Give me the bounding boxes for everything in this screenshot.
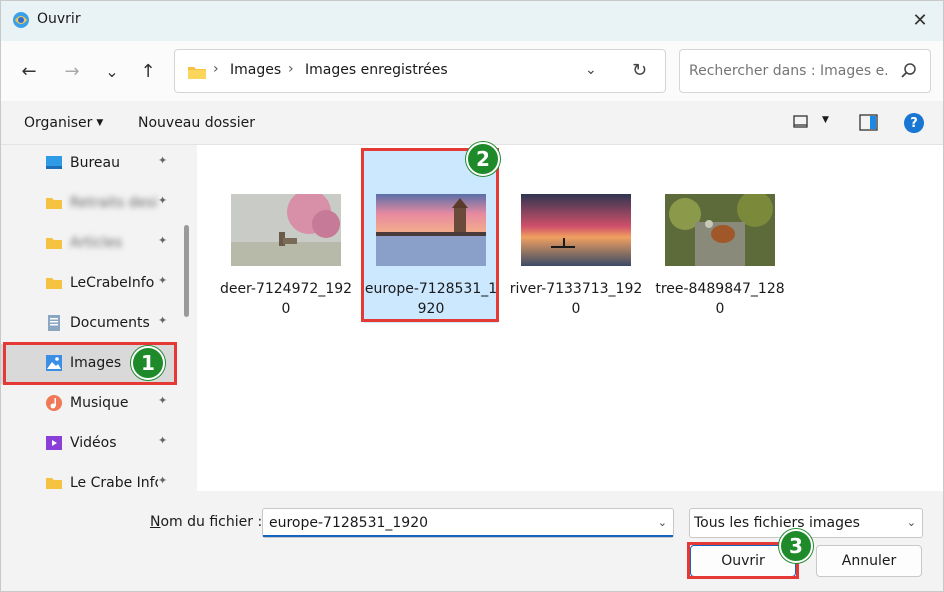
- search-input[interactable]: [689, 61, 889, 81]
- pin-icon: ✦: [158, 474, 168, 487]
- view-mode-icon[interactable]: [793, 115, 809, 129]
- file-name: river-7133713_1920: [509, 281, 643, 317]
- sidebar-item-label: Bureau: [70, 155, 120, 171]
- desktop-icon: [46, 156, 62, 169]
- step-badge-1: 1: [131, 346, 165, 380]
- organize-button[interactable]: Organiser ▼: [24, 115, 103, 131]
- file-item-river[interactable]: river-7133713_1920: [509, 149, 643, 323]
- pin-icon: ✦: [158, 234, 168, 247]
- back-button[interactable]: ←: [17, 59, 41, 83]
- help-icon: ?: [910, 115, 918, 131]
- folder-icon: [46, 238, 62, 249]
- file-list: deer-7124972_1920 europe-7128531_1920 ri…: [197, 145, 943, 491]
- folder-icon: [188, 67, 206, 79]
- open-file-dialog: Ouvrir ✕ ← → ⌄ ↑ › Images › Images enreg…: [0, 0, 944, 592]
- close-button[interactable]: ✕: [905, 5, 935, 35]
- breadcrumb-separator: ›: [213, 61, 219, 77]
- breadcrumb-item-images[interactable]: Images: [230, 62, 281, 78]
- filename-label: Nom du fichier :: [150, 514, 263, 530]
- file-item-tree[interactable]: tree-8489847_1280: [653, 149, 787, 323]
- image-thumbnail: [665, 194, 775, 266]
- arrow-up-icon: ↑: [140, 60, 156, 82]
- breadcrumb-separator: ›: [288, 61, 294, 77]
- sidebar-item-folder-2[interactable]: Articles ✦: [1, 224, 177, 264]
- cancel-label: Annuler: [841, 553, 897, 569]
- command-bar: Organiser ▼ Nouveau dossier ▼ ?: [1, 101, 943, 145]
- navigation-bar: ← → ⌄ ↑ › Images › Images enregistrées ⌄…: [1, 41, 943, 101]
- videos-icon: [46, 436, 62, 450]
- refresh-icon[interactable]: ↻: [632, 60, 647, 81]
- caret-down-icon: ▼: [96, 118, 104, 128]
- pin-icon: ✦: [158, 274, 168, 287]
- folder-icon: [46, 198, 62, 209]
- image-thumbnail: [231, 194, 341, 266]
- view-dropdown-icon[interactable]: ▼: [822, 115, 829, 125]
- up-button[interactable]: ↑: [136, 59, 160, 83]
- music-icon: [46, 395, 62, 411]
- sidebar-item-music[interactable]: Musique ✦: [1, 384, 177, 424]
- sidebar-item-documents[interactable]: Documents ✦: [1, 304, 177, 344]
- sidebar-item-label: Retraits design: [70, 195, 158, 211]
- pin-icon: ✦: [158, 434, 168, 447]
- filetype-value: Tous les fichiers images: [694, 515, 860, 531]
- search-icon[interactable]: [900, 62, 918, 80]
- search-box[interactable]: [679, 49, 931, 93]
- sidebar-item-folder-1[interactable]: Retraits design ✦: [1, 184, 177, 224]
- folder-icon: [46, 278, 62, 289]
- cancel-button[interactable]: Annuler: [816, 545, 922, 577]
- new-folder-label: Nouveau dossier: [138, 115, 256, 131]
- address-dropdown-icon[interactable]: ⌄: [585, 62, 597, 78]
- step-badge-3: 3: [779, 529, 813, 563]
- sidebar-item-label: LeCrabeInfo Images: [70, 275, 158, 291]
- sidebar-scrollbar[interactable]: [184, 225, 189, 317]
- sidebar-item-label: Vidéos: [70, 435, 117, 451]
- file-name: deer-7124972_1920: [219, 281, 353, 317]
- forward-button[interactable]: →: [60, 59, 84, 83]
- sidebar-item-label: Articles: [70, 235, 123, 251]
- chevron-down-icon[interactable]: ⌄: [658, 516, 667, 529]
- help-button[interactable]: ?: [904, 113, 924, 133]
- breadcrumb-item-saved-images[interactable]: Images enregistrées: [305, 62, 448, 78]
- file-explorer-icon: [13, 12, 29, 28]
- address-bar[interactable]: › Images › Images enregistrées ⌄ ↻: [174, 49, 666, 93]
- sidebar-item-label: Le Crabe Info: [70, 475, 158, 491]
- navigation-pane: Bureau ✦ Retraits design ✦ Articles ✦ Le…: [1, 145, 196, 491]
- sidebar-item-le-crabe-info[interactable]: Le Crabe Info ✦: [1, 464, 177, 491]
- recent-locations-button[interactable]: ⌄: [100, 59, 124, 83]
- new-folder-button[interactable]: Nouveau dossier: [138, 115, 255, 131]
- chevron-down-icon: ⌄: [105, 61, 119, 81]
- arrow-left-icon: ←: [21, 60, 37, 82]
- documents-icon: [48, 315, 60, 331]
- filename-input[interactable]: europe-7128531_1920 ⌄: [262, 508, 674, 538]
- pin-icon: ✦: [158, 394, 168, 407]
- preview-pane-icon[interactable]: [859, 114, 879, 132]
- title-bar: Ouvrir ✕: [1, 1, 943, 41]
- image-thumbnail: [521, 194, 631, 266]
- focus-underline: [263, 535, 673, 537]
- chevron-down-icon: ⌄: [906, 516, 916, 529]
- arrow-right-icon: →: [64, 60, 80, 82]
- filename-value: europe-7128531_1920: [269, 515, 429, 531]
- file-item-deer[interactable]: deer-7124972_1920: [219, 149, 353, 323]
- window-title: Ouvrir: [37, 11, 81, 27]
- pin-icon: ✦: [158, 314, 168, 327]
- pin-icon: ✦: [158, 194, 168, 207]
- step-badge-2: 2: [466, 142, 500, 176]
- sidebar-item-lecrabeinfo[interactable]: LeCrabeInfo Images ✦: [1, 264, 177, 304]
- file-name: tree-8489847_1280: [655, 281, 785, 317]
- sidebar-item-label: Documents: [70, 315, 150, 331]
- organize-label: Organiser: [24, 115, 93, 131]
- sidebar-item-videos[interactable]: Vidéos ✦: [1, 424, 177, 464]
- dialog-footer: Nom du fichier : europe-7128531_1920 ⌄ T…: [1, 491, 943, 591]
- sidebar-item-label: Musique: [70, 395, 129, 411]
- folder-icon: [46, 478, 62, 489]
- close-icon: ✕: [912, 9, 928, 31]
- pin-icon: ✦: [158, 154, 168, 167]
- sidebar-item-desktop[interactable]: Bureau ✦: [1, 145, 177, 184]
